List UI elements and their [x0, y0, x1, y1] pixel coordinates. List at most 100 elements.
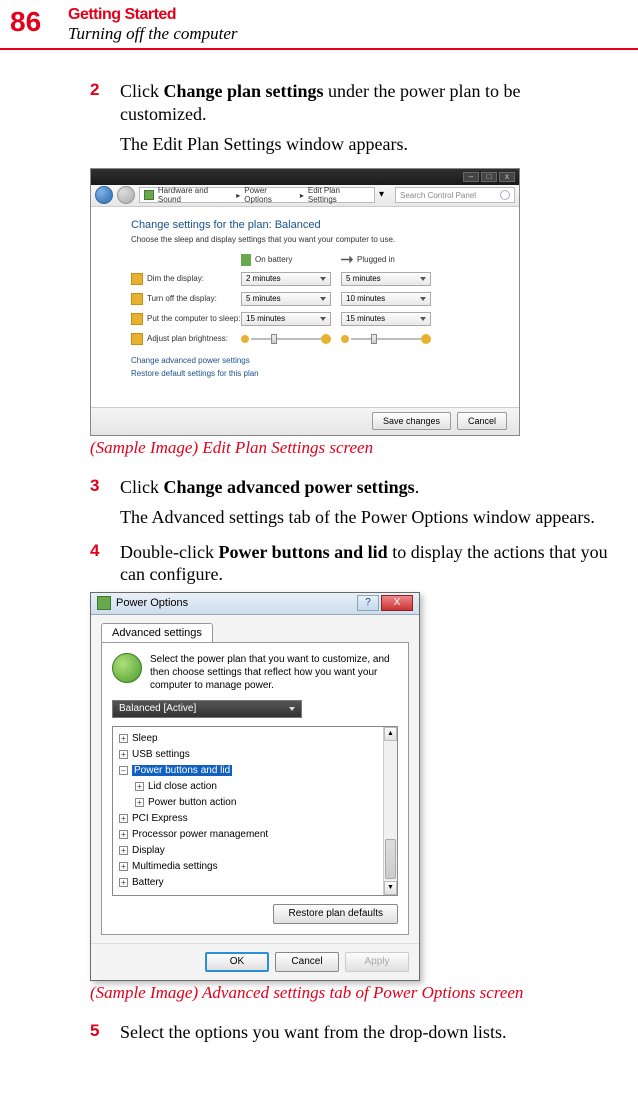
dd-value: Balanced [Active] — [119, 703, 196, 714]
dim-battery-dropdown[interactable]: 2 minutes — [241, 272, 331, 286]
row-label: Put the computer to sleep: — [131, 313, 241, 325]
save-changes-button[interactable]: Save changes — [372, 412, 451, 430]
slider-track — [251, 338, 321, 340]
help-button[interactable]: ? — [357, 595, 379, 611]
maximize-button[interactable]: □ — [481, 172, 497, 182]
tree-item-processor[interactable]: + Processor power management — [115, 827, 395, 843]
tree-item-usb[interactable]: +USB settings — [115, 747, 395, 763]
tree-item-lid-close[interactable]: +Lid close action — [115, 779, 395, 795]
tree-item-pci[interactable]: +PCI Express — [115, 811, 395, 827]
row-label: Dim the display: — [131, 273, 241, 285]
page-number: 86 — [10, 6, 41, 38]
forward-button[interactable] — [117, 186, 135, 204]
sun-small-icon — [241, 335, 249, 343]
minimize-button[interactable]: – — [463, 172, 479, 182]
ok-button[interactable]: OK — [205, 952, 269, 972]
dialog-title: Power Options — [116, 597, 357, 609]
power-icon — [97, 596, 111, 610]
breadcrumb-seg: Hardware and Sound — [158, 186, 232, 204]
change-advanced-link[interactable]: Change advanced power settings — [131, 356, 491, 365]
text-bold: Power buttons and lid — [218, 542, 387, 562]
sleep-battery-dropdown[interactable]: 15 minutes — [241, 312, 331, 326]
cancel-button[interactable]: Cancel — [457, 412, 507, 430]
apply-button[interactable]: Apply — [345, 952, 409, 972]
tree-item-battery[interactable]: +Battery — [115, 875, 395, 891]
breadcrumb-seg: Edit Plan Settings — [308, 186, 370, 204]
row-dim-display: Dim the display: 2 minutes 5 minutes — [131, 272, 491, 286]
sleep-icon — [131, 313, 143, 325]
off-plugged-dropdown[interactable]: 10 minutes — [341, 292, 431, 306]
expand-icon[interactable]: + — [119, 814, 128, 823]
search-placeholder: Search Control Panel — [400, 191, 476, 200]
text-pre: Click — [120, 81, 164, 101]
tree-item-power-button-action[interactable]: + Power button action — [115, 795, 395, 811]
expand-icon[interactable]: + — [119, 862, 128, 871]
expand-icon[interactable]: + — [119, 830, 128, 839]
power-options-dialog: Power Options ? X Advanced settings Sele… — [90, 592, 420, 981]
scroll-track[interactable] — [384, 741, 397, 837]
tree-label: Power buttons and lid — [132, 765, 232, 776]
window-body: Change settings for the plan: Balanced C… — [91, 207, 519, 407]
dim-icon — [131, 273, 143, 285]
expand-icon[interactable]: + — [135, 798, 144, 807]
sleep-plugged-dropdown[interactable]: 15 minutes — [341, 312, 431, 326]
settings-tree[interactable]: +Sleep +USB settings –Power buttons and … — [112, 726, 398, 896]
tree-scrollbar[interactable]: ▲ ▼ — [383, 727, 397, 895]
tree-item-power-buttons-lid[interactable]: –Power buttons and lid — [115, 763, 395, 779]
expand-icon[interactable]: + — [119, 750, 128, 759]
dd-value: 5 minutes — [346, 274, 381, 283]
expand-icon[interactable]: + — [135, 782, 144, 791]
tab-advanced-settings[interactable]: Advanced settings — [101, 623, 213, 642]
dim-plugged-dropdown[interactable]: 5 minutes — [341, 272, 431, 286]
expand-icon[interactable]: + — [119, 734, 128, 743]
restore-plan-defaults-button[interactable]: Restore plan defaults — [273, 904, 398, 924]
brightness-plugged-slider[interactable] — [341, 332, 431, 346]
step-3: 3 Click Change advanced power settings. — [90, 476, 610, 499]
power-plan-dropdown[interactable]: Balanced [Active] — [112, 700, 302, 718]
text-post: . — [415, 477, 420, 497]
tree-label: Power button action — [148, 797, 236, 808]
search-input[interactable]: Search Control Panel — [395, 187, 515, 203]
text-pre: Double-click — [120, 542, 218, 562]
step-3-followup: The Advanced settings tab of the Power O… — [120, 506, 610, 529]
scroll-up-button[interactable]: ▲ — [384, 727, 397, 741]
slider-thumb[interactable] — [371, 334, 377, 344]
step-2: 2 Click Change plan settings under the p… — [90, 80, 610, 125]
search-icon — [500, 190, 510, 200]
caption-1: (Sample Image) Edit Plan Settings screen — [90, 438, 610, 458]
restore-defaults-link[interactable]: Restore default settings for this plan — [131, 369, 491, 378]
step-number: 3 — [90, 476, 120, 499]
label-text: Adjust plan brightness: — [147, 334, 228, 343]
dropdown-icon[interactable]: ▾ — [379, 189, 391, 201]
edit-plan-settings-window: – □ x Hardware and Sound▸ Power Options▸… — [90, 168, 520, 436]
slider-thumb[interactable] — [271, 334, 277, 344]
off-battery-dropdown[interactable]: 5 minutes — [241, 292, 331, 306]
col-on-battery: On battery — [241, 254, 331, 266]
close-button[interactable]: x — [499, 172, 515, 182]
close-button[interactable]: X — [381, 595, 413, 611]
breadcrumb[interactable]: Hardware and Sound▸ Power Options▸ Edit … — [139, 187, 375, 203]
window-subheading: Choose the sleep and display settings th… — [131, 235, 491, 244]
step-text: Double-click Power buttons and lid to di… — [120, 541, 610, 586]
chevron-down-icon — [420, 277, 426, 281]
text-pre: Click — [120, 477, 164, 497]
tree-item-sleep[interactable]: +Sleep — [115, 731, 395, 747]
restore-row: Restore plan defaults — [112, 904, 398, 924]
tree-item-display[interactable]: +Display — [115, 843, 395, 859]
chevron-down-icon — [320, 297, 326, 301]
scroll-down-button[interactable]: ▼ — [384, 881, 397, 895]
scroll-thumb[interactable] — [385, 839, 396, 879]
expand-icon[interactable]: + — [119, 846, 128, 855]
col-plugged-in: Plugged in — [341, 254, 431, 266]
slider-track — [351, 338, 421, 340]
battery-icon — [241, 254, 251, 266]
tree-item-multimedia[interactable]: +Multimedia settings — [115, 859, 395, 875]
window-links: Change advanced power settings Restore d… — [131, 356, 491, 378]
collapse-icon[interactable]: – — [119, 766, 128, 775]
step-text: Select the options you want from the dro… — [120, 1021, 506, 1044]
brightness-battery-slider[interactable] — [241, 332, 331, 346]
cancel-button[interactable]: Cancel — [275, 952, 339, 972]
tree-label: Processor power management — [132, 829, 268, 840]
expand-icon[interactable]: + — [119, 878, 128, 887]
back-button[interactable] — [95, 186, 113, 204]
